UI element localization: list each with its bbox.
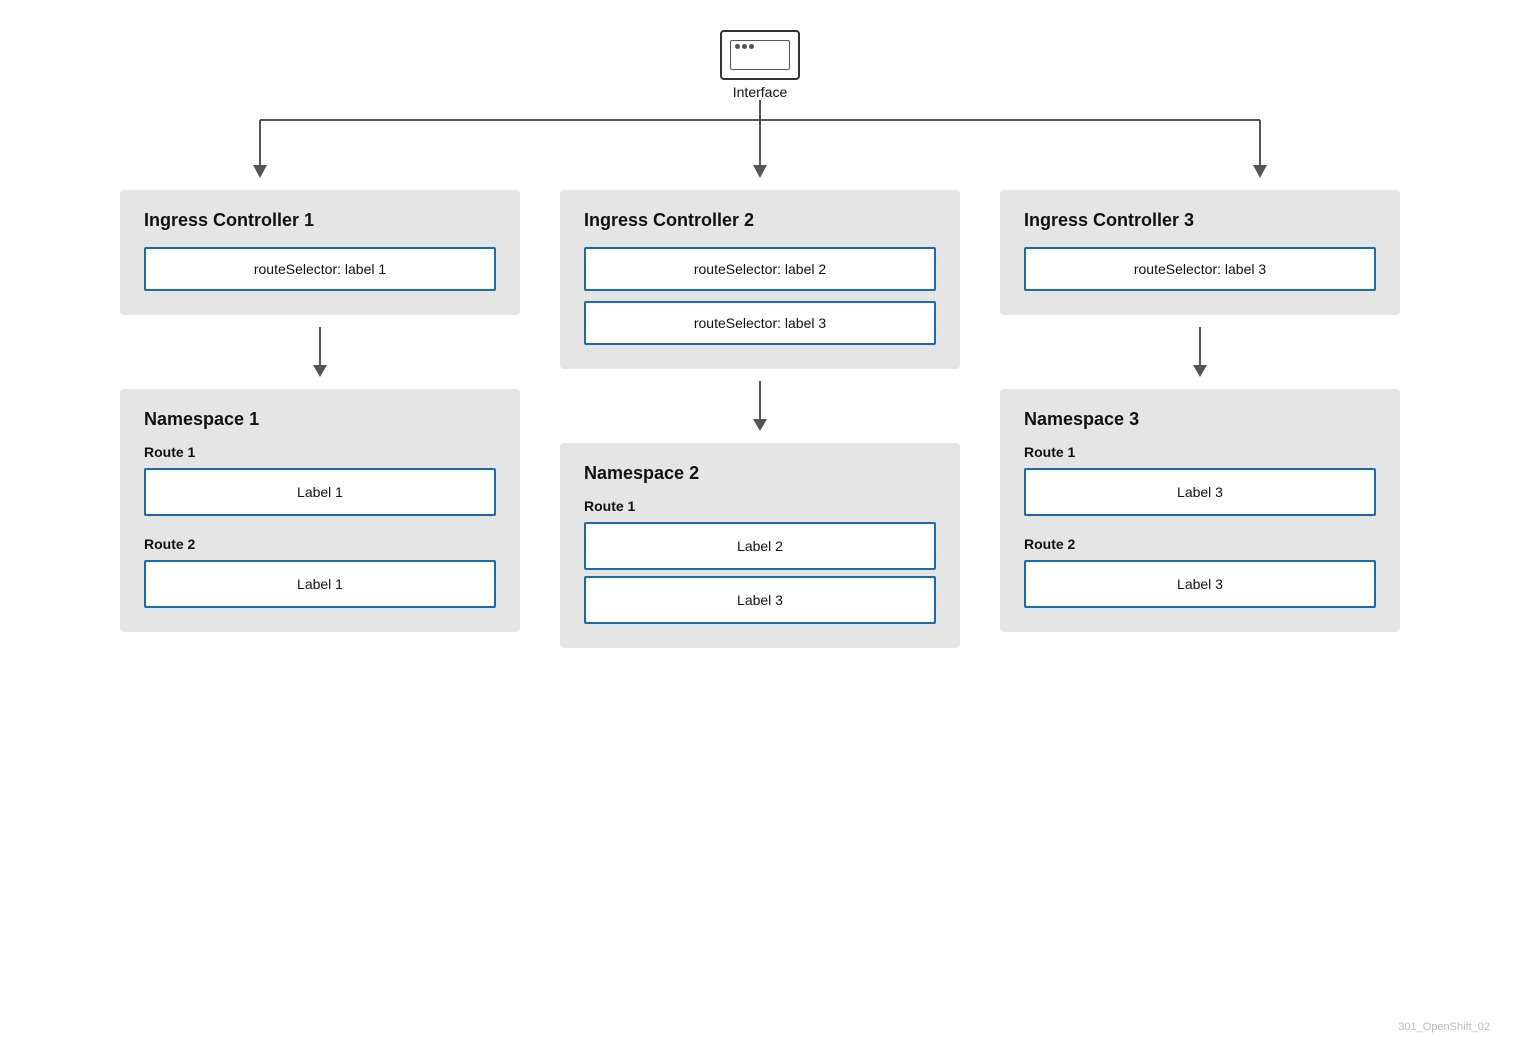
watermark: 301_OpenShift_02 [1398, 1021, 1490, 1033]
route-label-box-3-2-1: Label 3 [1024, 560, 1376, 608]
top-section: Interface [60, 30, 1460, 190]
inter-arrow-3 [1190, 327, 1210, 377]
interface-box [720, 30, 800, 80]
diagram-wrapper: Interface Ingress Controller 1 routeSelec… [0, 0, 1520, 1045]
route-group-1-1: Route 1 Label 1 [144, 444, 496, 516]
route-label-title-3-2: Route 2 [1024, 536, 1376, 552]
ingress-controller-box-3: Ingress Controller 3 routeSelector: label… [1000, 190, 1400, 315]
route-selector-3-1: routeSelector: label 3 [1024, 247, 1376, 291]
route-selector-2-2: routeSelector: label 3 [584, 301, 936, 345]
namespace-box-3: Namespace 3 Route 1 Label 3 Route 2 Label 3 [1000, 389, 1400, 632]
route-label-title-1-2: Route 2 [144, 536, 496, 552]
route-label-box-1-1-1: Label 1 [144, 468, 496, 516]
namespace-box-1: Namespace 1 Route 1 Label 1 Route 2 Label 1 [120, 389, 520, 632]
ingress-controller-box-2: Ingress Controller 2 routeSelector: label… [560, 190, 960, 369]
route-selector-1-1: routeSelector: label 1 [144, 247, 496, 291]
route-label-title-3-1: Route 1 [1024, 444, 1376, 460]
route-label-box-3-1-1: Label 3 [1024, 468, 1376, 516]
ingress-title-2: Ingress Controller 2 [584, 210, 936, 231]
inter-arrow-1 [310, 327, 330, 377]
namespace-box-2: Namespace 2 Route 1 Label 2 Label 3 [560, 443, 960, 648]
interface-dot-2 [742, 44, 747, 49]
namespace-title-2: Namespace 2 [584, 463, 936, 484]
route-label-title-1-1: Route 1 [144, 444, 496, 460]
ingress-title-1: Ingress Controller 1 [144, 210, 496, 231]
interface-box-inner [730, 40, 790, 70]
route-group-3-2: Route 2 Label 3 [1024, 536, 1376, 608]
interface-dot-3 [749, 44, 754, 49]
inter-arrow-2 [750, 381, 770, 431]
column-3: Ingress Controller 3 routeSelector: label… [1000, 190, 1400, 648]
column-2: Ingress Controller 2 routeSelector: label… [560, 190, 960, 648]
arrow-svg-2 [750, 381, 770, 431]
interface-node: Interface [720, 30, 800, 100]
arrow-svg-1 [310, 327, 330, 377]
route-label-box-2-1-1: Label 2 [584, 522, 936, 570]
ingress-controller-box-1: Ingress Controller 1 routeSelector: label… [120, 190, 520, 315]
route-label-box-2-1-2: Label 3 [584, 576, 936, 624]
route-label-box-1-2-1: Label 1 [144, 560, 496, 608]
arrow-svg-3 [1190, 327, 1210, 377]
namespace-title-1: Namespace 1 [144, 409, 496, 430]
route-label-title-2-1: Route 1 [584, 498, 936, 514]
column-1: Ingress Controller 1 routeSelector: label… [120, 190, 520, 648]
route-group-1-2: Route 2 Label 1 [144, 536, 496, 608]
connector-svg [60, 100, 1460, 190]
route-group-3-1: Route 1 Label 3 [1024, 444, 1376, 516]
route-group-2-1: Route 1 Label 2 Label 3 [584, 498, 936, 624]
interface-dot-1 [735, 44, 740, 49]
columns-row: Ingress Controller 1 routeSelector: label… [60, 190, 1460, 648]
namespace-title-3: Namespace 3 [1024, 409, 1376, 430]
interface-label: Interface [733, 84, 787, 100]
route-selector-2-1: routeSelector: label 2 [584, 247, 936, 291]
ingress-title-3: Ingress Controller 3 [1024, 210, 1376, 231]
interface-dots [735, 44, 754, 49]
